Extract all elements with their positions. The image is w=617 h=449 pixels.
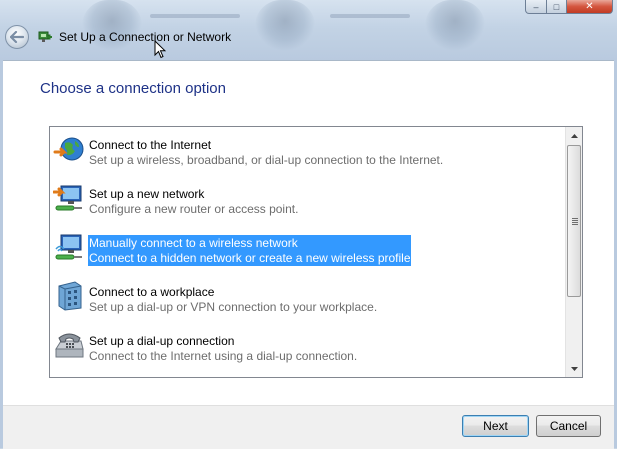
option-title: Connect to the Internet [89, 138, 212, 152]
option-title: Set up a dial-up connection [89, 334, 235, 348]
option-description: Set up a wireless, broadband, or dial-up… [89, 153, 444, 167]
back-arrow-icon [10, 31, 24, 43]
back-button[interactable] [5, 25, 29, 49]
new-network-icon [53, 185, 82, 211]
scroll-up-arrow-icon [570, 133, 578, 138]
mouse-cursor-icon [154, 40, 166, 59]
background-internet-icon [425, 0, 485, 52]
network-setup-icon [38, 31, 52, 42]
dialog-footer: Next Cancel [3, 405, 614, 449]
vertical-scrollbar[interactable] [565, 127, 582, 377]
cancel-button[interactable]: Cancel [536, 415, 601, 437]
caption-buttons: – □ ✕ [525, 0, 613, 14]
thumb-grip-icon [572, 218, 578, 226]
next-button[interactable]: Next [462, 415, 529, 437]
connection-options-list[interactable]: Connect to the Internet Set up a wireles… [49, 126, 583, 378]
content-pane: Choose a connection option Connect to th… [3, 60, 614, 406]
background-settings-icon [255, 0, 315, 52]
maximize-button[interactable]: □ [547, 0, 567, 14]
workplace-icon [58, 281, 82, 311]
window-title: Set Up a Connection or Network [59, 30, 232, 44]
option-description: Connect to a hidden network or create a … [89, 251, 414, 265]
option-connect-internet[interactable]: Connect to the Internet Set up a wireles… [50, 127, 566, 176]
option-title: Set up a new network [89, 187, 205, 201]
wireless-network-icon [55, 234, 82, 260]
option-description: Connect to the Internet using a dial-up … [89, 349, 358, 363]
option-description: Set up a dial-up or VPN connection to yo… [89, 300, 378, 314]
title-bar: Set Up a Connection or Network – □ ✕ [0, 0, 617, 60]
option-manual-wireless[interactable]: Manually connect to a wireless network C… [50, 225, 566, 274]
close-button[interactable]: ✕ [567, 0, 613, 14]
scroll-down-arrow-icon [570, 366, 578, 371]
scroll-down-button[interactable] [566, 360, 582, 377]
scrollbar-thumb[interactable] [567, 145, 581, 297]
option-dialup[interactable]: Set up a dial-up connection Connect to t… [50, 323, 566, 372]
option-workplace[interactable]: Connect to a workplace Set up a dial-up … [50, 274, 566, 323]
background-line [150, 14, 240, 18]
scroll-up-button[interactable] [566, 127, 582, 144]
minimize-button[interactable]: – [525, 0, 547, 14]
option-title: Connect to a workplace [89, 285, 215, 299]
page-title: Choose a connection option [40, 80, 226, 97]
option-title: Manually connect to a wireless network [89, 236, 298, 250]
background-network-icon [82, 0, 142, 52]
option-new-network[interactable]: Set up a new network Configure a new rou… [50, 176, 566, 225]
background-line [330, 14, 410, 18]
option-description: Configure a new router or access point. [89, 202, 299, 216]
dialup-phone-icon [55, 333, 84, 358]
globe-icon [53, 137, 84, 161]
